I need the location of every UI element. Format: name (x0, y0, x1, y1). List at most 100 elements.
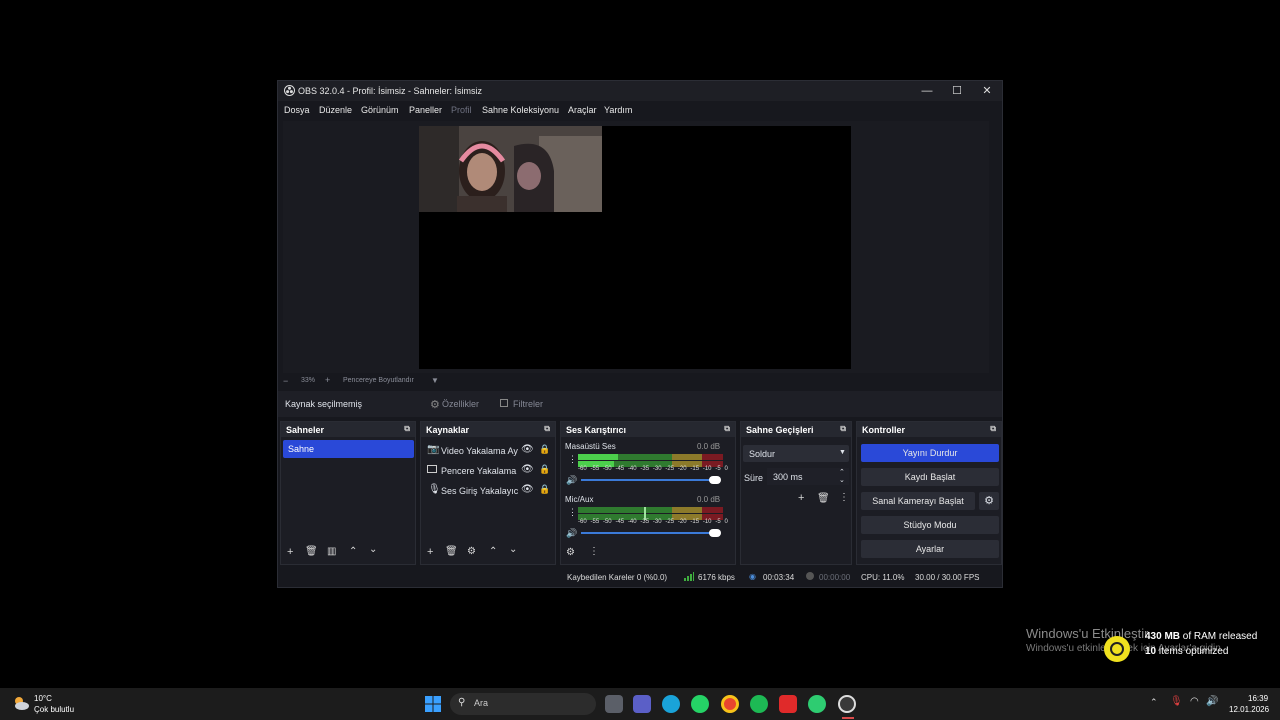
task-view-icon[interactable] (605, 695, 623, 713)
menu-file[interactable]: Dosya (284, 105, 310, 115)
scene-item[interactable]: Sahne (283, 440, 414, 458)
menu-edit[interactable]: Düzenle (319, 105, 352, 115)
advanced-audio-icon[interactable]: ⚙ (566, 547, 575, 558)
spin-up-icon[interactable]: ⌃ (839, 468, 845, 476)
weather-desc[interactable]: Çok bulutlu (34, 705, 74, 714)
spin-down-icon[interactable]: ⌄ (839, 476, 845, 484)
volume-icon[interactable]: 🔊 (1206, 696, 1218, 707)
zoom-value: 33% (301, 377, 316, 384)
volume-slider[interactable] (581, 532, 719, 534)
popout-icon[interactable]: ⧉ (404, 424, 410, 434)
virtual-camera-button[interactable]: Sanal Kamerayı Başlat (861, 492, 975, 510)
edge-icon[interactable] (662, 695, 680, 713)
chevron-down-icon[interactable]: ⌄ (369, 544, 377, 555)
kebab-menu-icon[interactable]: ⋮ (568, 454, 577, 465)
taskbar-search[interactable]: ⚲ Ara (450, 693, 596, 715)
menu-help[interactable]: Yardım (604, 105, 632, 115)
dropped-frames: Kaybedilen Kareler 0 (%0.0) (567, 573, 668, 582)
chrome-icon[interactable] (721, 695, 739, 713)
source-item[interactable]: 🎙 Ses Giriş Yakalayıcı 👁 🔒 (421, 482, 555, 500)
weather-temp[interactable]: 10°C (34, 694, 52, 703)
optimizer-icon[interactable] (808, 695, 826, 713)
volume-slider-handle[interactable] (709, 476, 721, 484)
menu-tools[interactable]: Araçlar (568, 105, 597, 115)
scene-filters-icon[interactable]: ▥ (327, 546, 336, 557)
clock-time[interactable]: 16:39 (1248, 694, 1268, 703)
windows-start-icon[interactable] (425, 696, 441, 712)
add-scene-button[interactable]: + (287, 546, 293, 558)
volume-slider[interactable] (581, 479, 719, 481)
whatsapp-icon[interactable] (691, 695, 709, 713)
studio-mode-button[interactable]: Stüdyo Modu (861, 516, 999, 534)
spotify-icon[interactable] (750, 695, 768, 713)
wifi-icon[interactable]: ◠ (1190, 696, 1199, 707)
channel-db: 0.0 dB (697, 442, 721, 451)
eye-icon[interactable]: 👁 (521, 444, 534, 455)
kebab-menu-icon[interactable]: ⋮ (839, 492, 849, 503)
properties-button[interactable]: Özellikler (442, 399, 479, 409)
filters-button[interactable]: Filtreler (513, 399, 543, 409)
channel-db: 0.0 dB (697, 495, 721, 504)
volume-slider-handle[interactable] (709, 529, 721, 537)
chevron-up-icon[interactable]: ⌃ (1150, 697, 1158, 708)
window-title: OBS 32.0.4 - Profil: İsimsiz - Sahneler:… (298, 86, 483, 96)
speaker-icon[interactable]: 🔊 (566, 475, 577, 486)
popout-icon[interactable]: ⧉ (990, 424, 996, 434)
duration-value: 300 ms (773, 472, 803, 482)
lock-icon[interactable]: 🔒 (539, 484, 550, 495)
cloud-icon[interactable] (12, 694, 30, 712)
popout-icon[interactable]: ⧉ (840, 424, 846, 434)
chevron-up-icon[interactable]: ⌃ (489, 546, 497, 557)
popout-icon[interactable]: ⧉ (544, 424, 550, 434)
settings-button[interactable]: Ayarlar (861, 540, 999, 558)
eye-icon[interactable]: 👁 (521, 464, 534, 475)
items-text: items optimized (1158, 646, 1229, 657)
kebab-menu-icon[interactable]: ⋮ (568, 507, 577, 518)
menu-scene-collection[interactable]: Sahne Koleksiyonu (482, 105, 559, 115)
kebab-menu-icon[interactable]: ⋮ (589, 546, 599, 557)
add-transition-button[interactable]: + (798, 492, 804, 504)
microphone-icon: 🎙 (428, 484, 441, 495)
chevron-up-icon[interactable]: ⌃ (349, 546, 357, 557)
zoom-out-button[interactable]: − (283, 376, 288, 386)
fps: 30.00 / 30.00 FPS (915, 573, 980, 582)
trash-icon[interactable]: 🗑 (445, 546, 458, 557)
duration-input[interactable]: 300 ms ⌃ ⌄ (767, 468, 849, 485)
menu-profile[interactable]: Profil (451, 105, 472, 115)
popout-icon[interactable]: ⧉ (724, 424, 730, 434)
fit-window-button[interactable]: Pencereye Boyutlandır (343, 377, 414, 384)
lock-icon[interactable]: 🔒 (539, 464, 550, 475)
meter-level-fill (578, 454, 618, 460)
chevron-down-icon[interactable]: ▼ (431, 376, 439, 385)
speaker-icon[interactable]: 🔊 (566, 528, 577, 539)
record-app-icon[interactable] (779, 695, 797, 713)
add-source-button[interactable]: + (427, 546, 433, 558)
obs-taskbar-icon[interactable] (838, 695, 856, 713)
minimize-button[interactable]: — (920, 84, 934, 98)
chevron-down-icon[interactable]: ⌄ (509, 544, 517, 555)
zoom-in-button[interactable]: + (325, 375, 330, 385)
close-button[interactable]: ✕ (980, 84, 994, 98)
microphone-icon[interactable]: 🎙 (1170, 696, 1183, 707)
gear-icon[interactable]: ⚙ (979, 492, 999, 510)
lock-icon[interactable]: 🔒 (539, 444, 550, 455)
source-item-label: Pencere Yakalama (441, 466, 517, 476)
menu-docks[interactable]: Paneller (409, 105, 442, 115)
clock-date[interactable]: 12.01.2026 (1229, 705, 1269, 714)
filter-icon (500, 399, 508, 407)
gear-icon[interactable]: ⚙ (467, 546, 476, 557)
transition-select[interactable]: Soldur ▼ (743, 445, 849, 462)
maximize-button[interactable]: ☐ (950, 84, 964, 98)
eye-icon[interactable]: 👁 (521, 484, 534, 495)
meter-scale: -60 -55 -50 -45 -40 -35 -30 -25 -20 -15 -10 -5 0 (578, 519, 728, 525)
source-item[interactable]: Pencere Yakalama 👁 🔒 (421, 462, 555, 480)
source-item[interactable]: 📷 Video Yakalama Ay 👁 🔒 (421, 442, 555, 460)
webcam-feed[interactable] (419, 126, 602, 212)
teams-icon[interactable] (633, 695, 651, 713)
trash-icon[interactable]: 🗑 (305, 546, 318, 557)
start-recording-button[interactable]: Kaydı Başlat (861, 468, 999, 486)
trash-icon[interactable]: 🗑 (817, 493, 830, 504)
menu-view[interactable]: Görünüm (361, 105, 399, 115)
controls-dock: Kontroller ⧉ Yayını Durdur Kaydı Başlat … (856, 421, 1002, 565)
stop-streaming-button[interactable]: Yayını Durdur (861, 444, 999, 462)
